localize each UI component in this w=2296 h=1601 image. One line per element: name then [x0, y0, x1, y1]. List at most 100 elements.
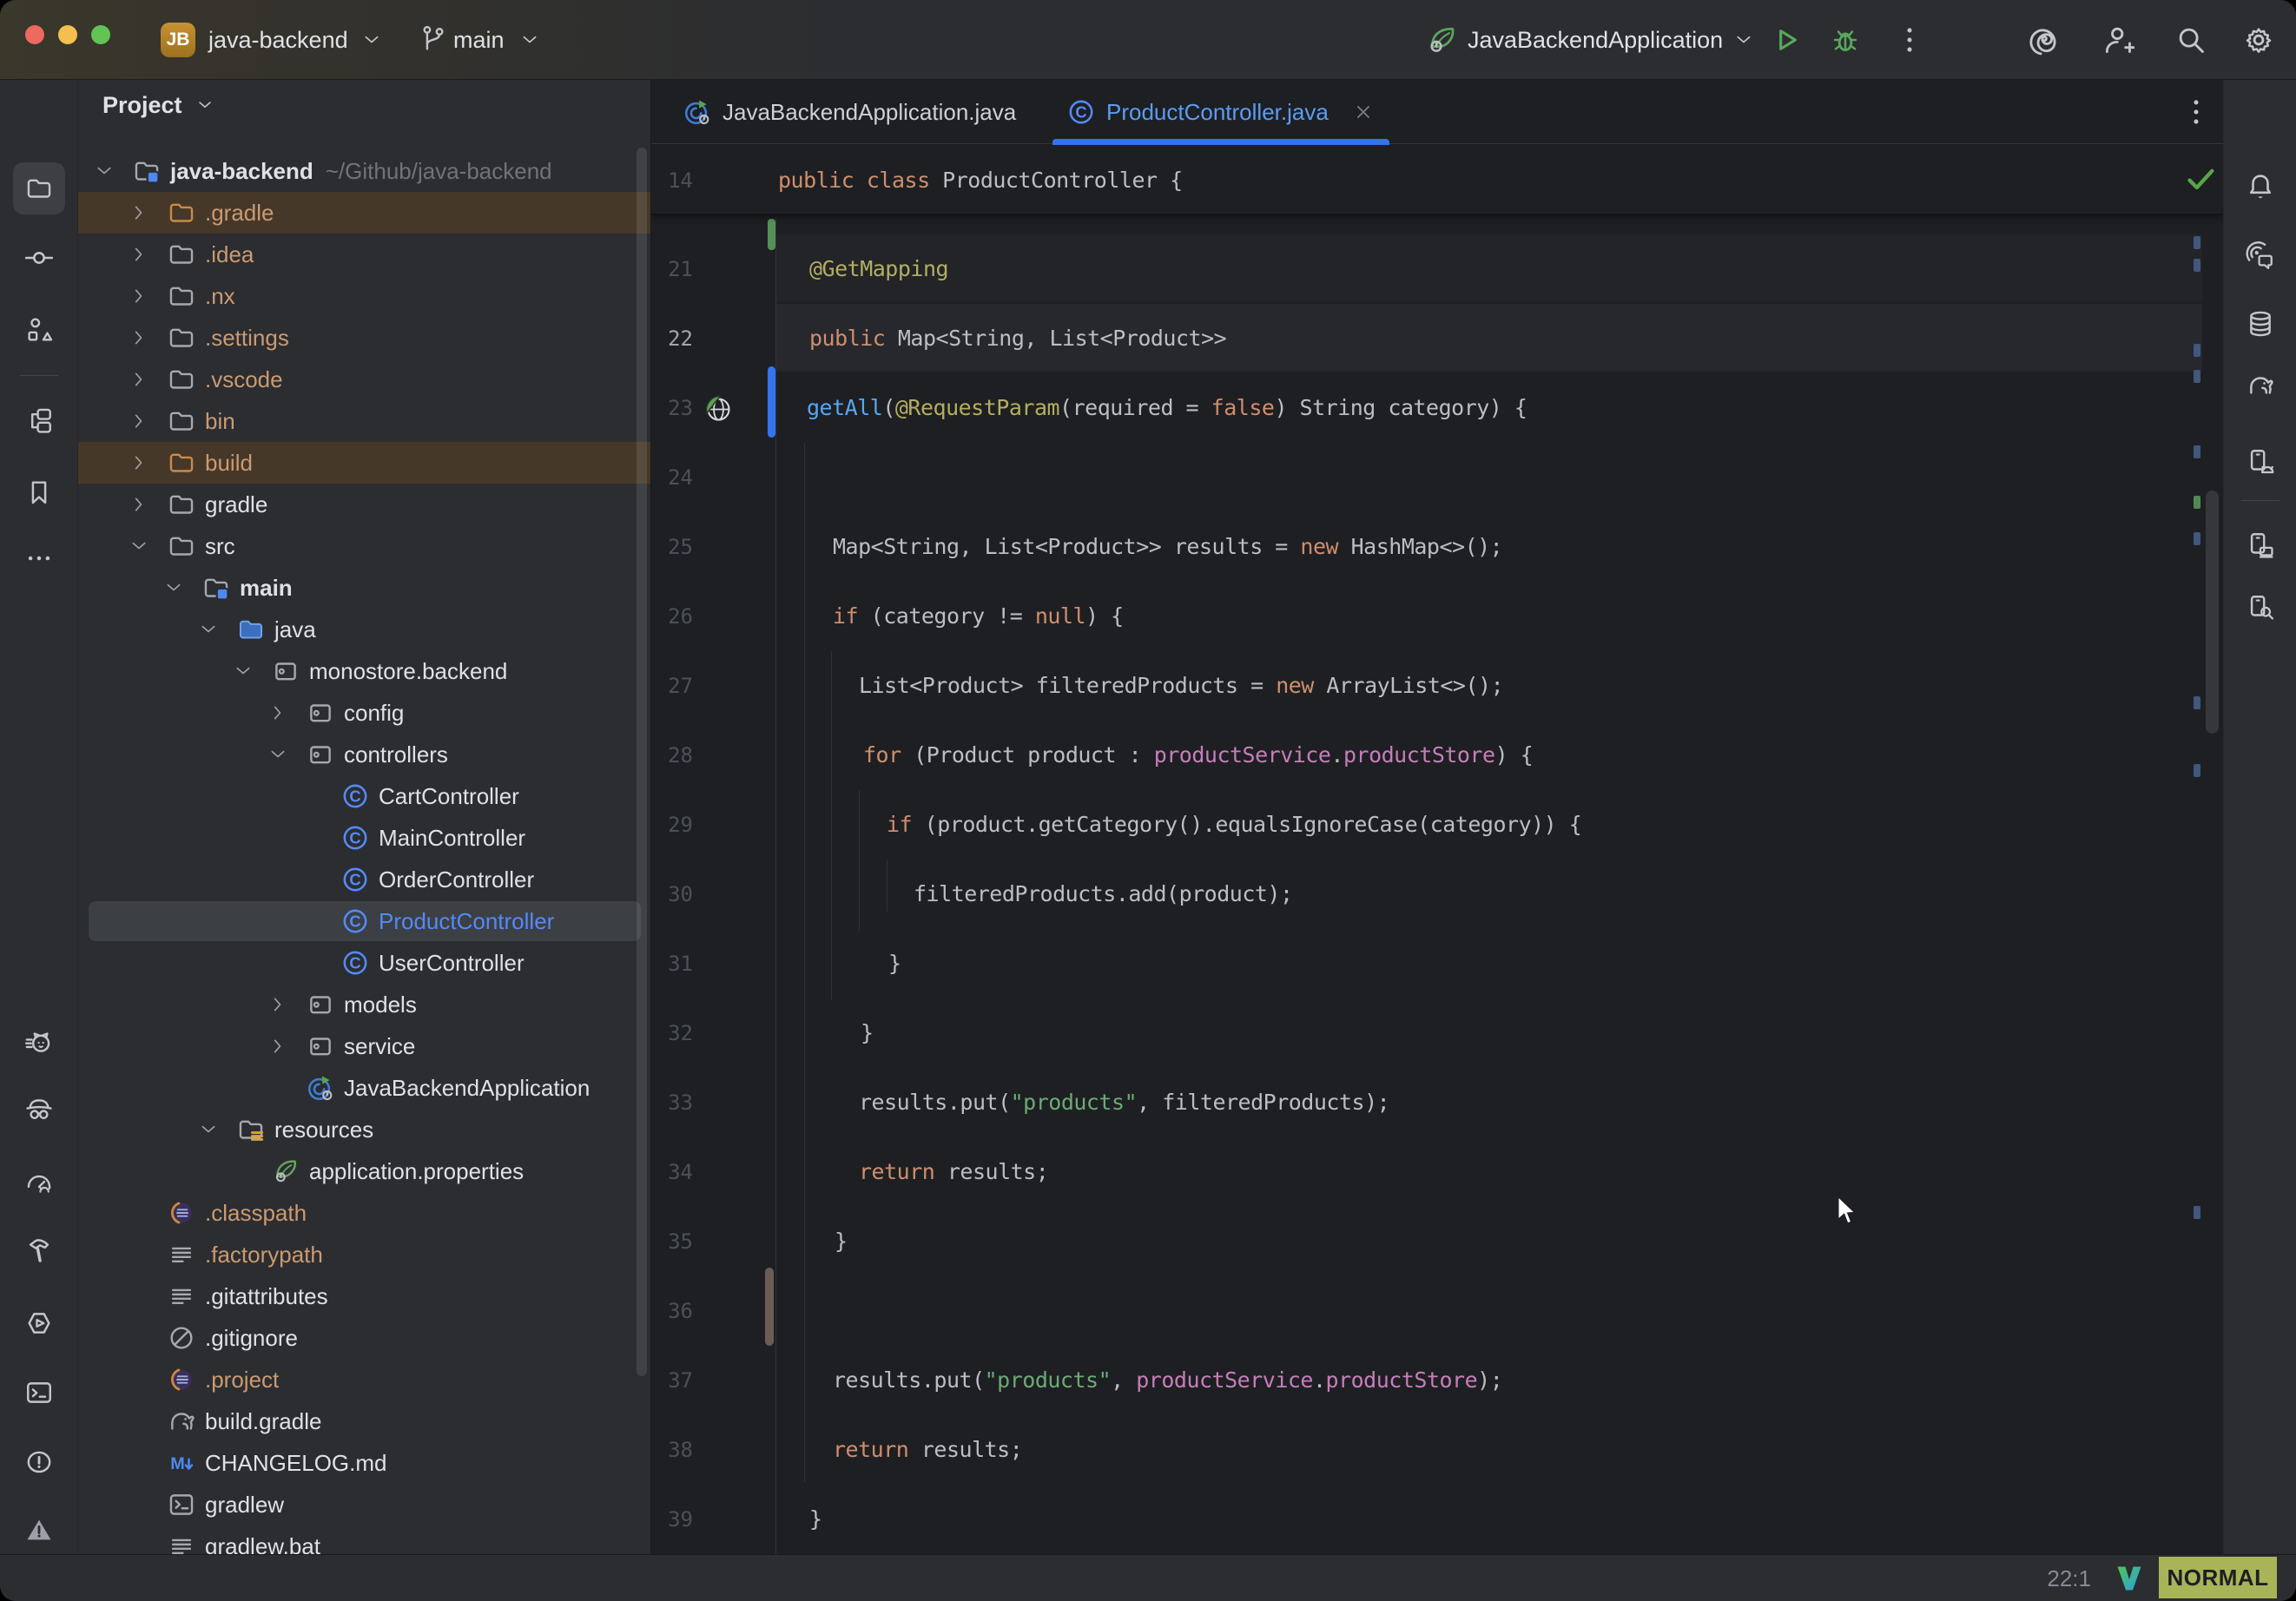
database-icon[interactable] [2246, 309, 2275, 339]
tree-row-JavaBackendApplication[interactable]: JavaBackendApplication [78, 1067, 651, 1109]
tab-ProductController.java[interactable]: CProductController.java [1052, 80, 1389, 144]
tree-row-models[interactable]: models [78, 984, 651, 1025]
line-number-22[interactable]: 22 [651, 304, 693, 373]
chevron-right-icon[interactable] [130, 204, 148, 221]
line-number-35[interactable]: 35 [651, 1207, 693, 1276]
tree-row-.gitattributes[interactable]: .gitattributes [78, 1275, 651, 1317]
branch-selector[interactable]: main [453, 0, 505, 80]
minimize-window-button[interactable] [58, 25, 77, 44]
close-icon[interactable] [1353, 102, 1374, 122]
tree-row-ProductController[interactable]: CProductController [78, 900, 651, 942]
tree-row-java[interactable]: java [78, 609, 651, 650]
chevron-down-icon[interactable] [269, 746, 287, 763]
tree-scrollbar[interactable] [637, 148, 647, 1376]
sticky-line[interactable]: 14 public class ProductController { [651, 146, 2223, 215]
rest-endpoint-globe-icon[interactable] [702, 392, 733, 424]
code-line-27[interactable]: List<Product> filteredProducts = new Arr… [859, 651, 1503, 721]
tree-row-.vscode[interactable]: .vscode [78, 359, 651, 400]
code-line-30[interactable]: filteredProducts.add(product); [914, 860, 1293, 929]
project-panel-title[interactable]: Project [102, 92, 213, 119]
code-line-38[interactable]: return results; [833, 1415, 1022, 1485]
tree-row-.idea[interactable]: .idea [78, 234, 651, 275]
tree-row-java-backend[interactable]: java-backend~/Github/java-backend [78, 150, 651, 192]
ai-assistant-chat-icon[interactable] [2246, 240, 2275, 270]
notifications-bell-icon[interactable] [2246, 171, 2275, 201]
tree-row-bin[interactable]: bin [78, 400, 651, 442]
line-number-27[interactable]: 27 [651, 651, 693, 721]
chevron-down-icon[interactable] [130, 537, 148, 555]
code-line-26[interactable]: if (category != null) { [833, 582, 1124, 651]
debug-icon[interactable] [1829, 23, 1862, 61]
chevron-down-icon[interactable] [200, 1121, 217, 1138]
chevron-right-icon[interactable] [269, 996, 287, 1013]
profiler-gauge-icon[interactable] [24, 1168, 54, 1197]
ideavim-icon[interactable] [2114, 1563, 2145, 1598]
tree-row-gradlew.bat[interactable]: gradlew.bat [78, 1525, 651, 1554]
tree-row-CartController[interactable]: CCartController [78, 775, 651, 817]
tree-row-monostore.backend[interactable]: monostore.backend [78, 650, 651, 692]
ai-assistant-icon[interactable] [2029, 23, 2062, 61]
caret-position-widget[interactable]: 22:1 [2047, 1555, 2091, 1601]
tab-JavaBackendApplication.java[interactable]: JavaBackendApplication.java [669, 80, 1029, 144]
line-number-25[interactable]: 25 [651, 512, 693, 582]
zoom-window-button[interactable] [91, 25, 110, 44]
modules-icon[interactable] [24, 405, 54, 435]
code-line-31[interactable]: } [888, 929, 901, 998]
line-number-32[interactable]: 32 [651, 998, 693, 1068]
code-line-22[interactable]: public Map<String, List<Product>> [809, 304, 1226, 373]
chevron-right-icon[interactable] [130, 496, 148, 513]
chevron-right-icon[interactable] [130, 246, 148, 263]
tree-row-application.properties[interactable]: application.properties [78, 1150, 651, 1192]
line-number-31[interactable]: 31 [651, 929, 693, 998]
structure-icon[interactable] [24, 315, 54, 345]
tree-row-.settings[interactable]: .settings [78, 317, 651, 359]
tree-row-MainController[interactable]: CMainController [78, 817, 651, 859]
search-icon[interactable] [2174, 23, 2207, 61]
line-number-37[interactable]: 37 [651, 1346, 693, 1415]
tree-row-config[interactable]: config [78, 692, 651, 734]
chevron-down-icon[interactable] [96, 162, 113, 180]
code-line-37[interactable]: results.put("products", productService.p… [833, 1346, 1502, 1415]
line-number-26[interactable]: 26 [651, 582, 693, 651]
line-number-28[interactable]: 28 [651, 721, 693, 790]
code-line-33[interactable]: results.put("products", filteredProducts… [859, 1068, 1389, 1137]
tree-row-main[interactable]: main [78, 567, 651, 609]
code-line-29[interactable]: if (product.getCategory().equalsIgnoreCa… [887, 790, 1581, 860]
code-line-32[interactable]: } [861, 998, 874, 1068]
chevron-right-icon[interactable] [130, 329, 148, 346]
code-line-34[interactable]: return results; [859, 1137, 1048, 1207]
tree-row-.factorypath[interactable]: .factorypath [78, 1234, 651, 1275]
more-icon[interactable] [2180, 96, 2213, 133]
tree-row-src[interactable]: src [78, 525, 651, 567]
line-number-38[interactable]: 38 [651, 1415, 693, 1485]
gradle-icon[interactable] [2246, 371, 2275, 400]
tree-row-UserController[interactable]: CUserController [78, 942, 651, 984]
code-line-28[interactable]: for (Product product : productService.pr… [863, 721, 1533, 790]
more-icon[interactable] [1893, 23, 1926, 61]
tree-row-gradlew[interactable]: gradlew [78, 1484, 651, 1525]
chevron-right-icon[interactable] [130, 412, 148, 430]
code-line-25[interactable]: Map<String, List<Product>> results = new… [833, 512, 1502, 582]
code-line-39[interactable]: } [809, 1485, 822, 1554]
chevron-right-icon[interactable] [130, 287, 148, 305]
tree-row-service[interactable]: service [78, 1025, 651, 1067]
run-configuration-selector[interactable]: JavaBackendApplication [1468, 0, 1723, 80]
incognito-icon[interactable] [24, 1095, 54, 1124]
more-tool-windows-icon[interactable] [24, 544, 54, 573]
tree-row-.gradle[interactable]: .gradle [78, 192, 651, 234]
line-number-36[interactable]: 36 [651, 1276, 693, 1346]
line-number-29[interactable]: 29 [651, 790, 693, 860]
run-icon[interactable] [1770, 23, 1803, 61]
line-number-23[interactable]: 23 [651, 373, 693, 443]
tree-row-.gitignore[interactable]: .gitignore [78, 1317, 651, 1359]
tree-row-OrderController[interactable]: COrderController [78, 859, 651, 900]
project-folder-icon[interactable] [24, 174, 54, 203]
line-number-21[interactable]: 21 [651, 234, 693, 304]
device-explorer-search-icon[interactable] [2246, 593, 2275, 623]
speedy-cat-icon[interactable] [24, 1028, 54, 1057]
line-number-34[interactable]: 34 [651, 1137, 693, 1207]
tree-row-.classpath[interactable]: .classpath [78, 1192, 651, 1234]
editor-scrollbar[interactable] [2206, 491, 2219, 734]
problems-icon[interactable] [24, 1447, 54, 1477]
tree-row-.nx[interactable]: .nx [78, 275, 651, 317]
